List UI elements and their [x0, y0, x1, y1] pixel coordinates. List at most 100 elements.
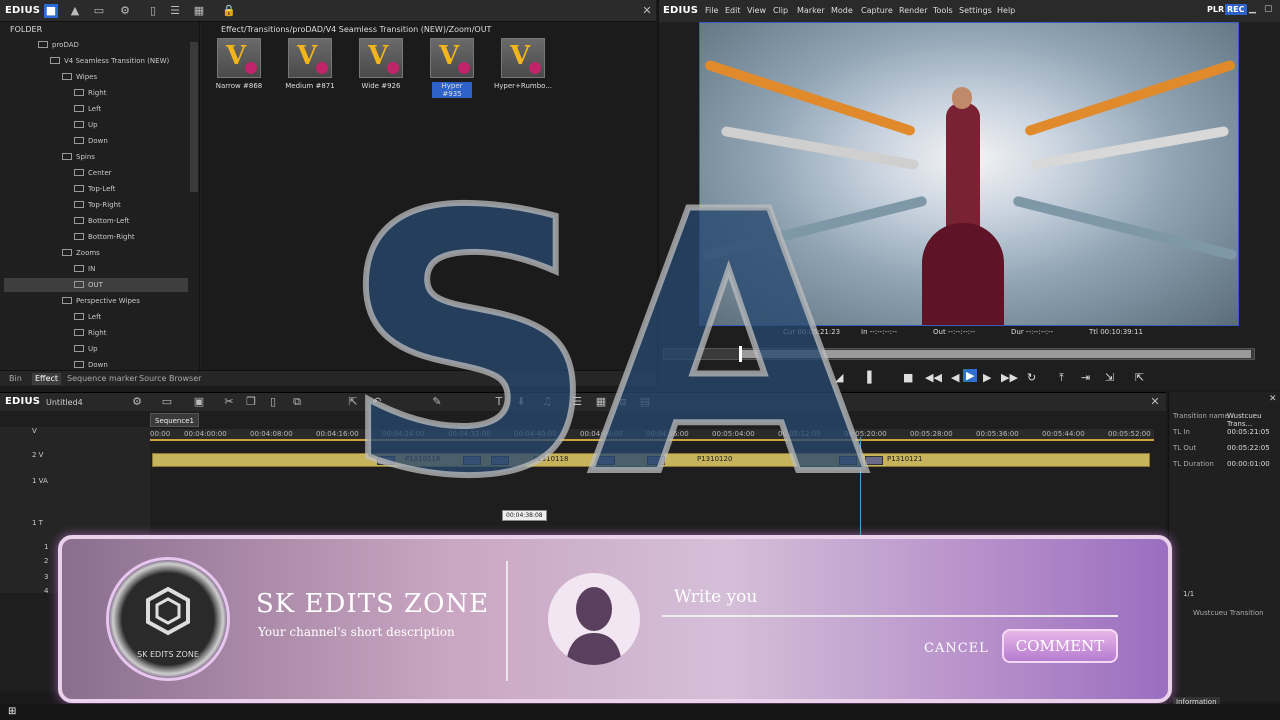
tree-item[interactable]: proDAD: [38, 38, 79, 52]
cancel-button[interactable]: CANCEL: [924, 641, 989, 656]
track-label[interactable]: 2: [44, 557, 48, 565]
overwrite-icon[interactable]: ⇥: [1081, 371, 1090, 384]
transition-marker[interactable]: [647, 456, 665, 465]
info-list-item[interactable]: Wustcueu Transition: [1193, 609, 1264, 617]
close-icon[interactable]: ✕: [1148, 395, 1162, 409]
menu-item[interactable]: View: [747, 6, 766, 15]
effect-thumbnail[interactable]: V: [501, 38, 545, 78]
output-icon[interactable]: ⇱: [1135, 371, 1144, 384]
tree-item[interactable]: Left: [74, 102, 101, 116]
plr-mode[interactable]: PLR: [1207, 5, 1224, 14]
menu-item[interactable]: Tools: [933, 6, 953, 15]
transition-marker[interactable]: [839, 456, 857, 465]
effect-thumbnail[interactable]: V: [217, 38, 261, 78]
loop-icon[interactable]: ↻: [1027, 371, 1036, 384]
bin-tab[interactable]: Bin: [6, 373, 25, 385]
scrub-handle[interactable]: [739, 346, 742, 362]
menu-item[interactable]: Marker: [797, 6, 825, 15]
thumbnail-label[interactable]: Narrow #868: [204, 82, 274, 90]
tree-item[interactable]: Perspective Wipes: [62, 294, 140, 308]
export-icon[interactable]: ⇲: [1105, 371, 1114, 384]
tree-item[interactable]: Up: [74, 118, 98, 132]
ripple-icon[interactable]: ⇱: [346, 395, 360, 409]
open-icon[interactable]: ▭: [160, 395, 174, 409]
rewind-icon[interactable]: ◀◀: [925, 371, 942, 384]
effect-thumbnail[interactable]: V: [359, 38, 403, 78]
tree-item[interactable]: Top-Left: [74, 182, 116, 196]
grid-icon[interactable]: ▦: [594, 395, 608, 409]
tree-item[interactable]: Down: [74, 358, 108, 370]
view-grid-icon[interactable]: ▦: [192, 4, 206, 18]
transition-marker[interactable]: [491, 456, 509, 465]
tree-item[interactable]: Bottom-Left: [74, 214, 129, 228]
undo-icon[interactable]: ↶: [370, 395, 384, 409]
bin-tab[interactable]: Source Browser: [136, 373, 204, 385]
menu-item[interactable]: Clip: [773, 6, 788, 15]
step-forward-icon[interactable]: ▶: [983, 371, 991, 384]
track-label[interactable]: 4: [44, 587, 48, 595]
menu-item[interactable]: Settings: [959, 6, 992, 15]
thumbnail-label[interactable]: Hyper #935: [432, 82, 472, 98]
paste-icon[interactable]: ▯: [266, 395, 280, 409]
tree-item[interactable]: Center: [74, 166, 112, 180]
stop-icon[interactable]: ■: [903, 371, 913, 384]
menu-item[interactable]: Mode: [831, 6, 853, 15]
track-label[interactable]: 1 VA: [32, 477, 48, 485]
rec-mode[interactable]: REC: [1225, 4, 1247, 15]
marker-icon[interactable]: ◢: [835, 371, 843, 384]
windows-start-icon[interactable]: ⊞: [8, 706, 16, 717]
set-in-icon[interactable]: ▐: [863, 371, 871, 384]
tree-item[interactable]: Zooms: [62, 246, 100, 260]
tree-item[interactable]: Down: [74, 134, 108, 148]
folder-view-icon[interactable]: ■: [44, 4, 58, 18]
tree-item[interactable]: Spins: [62, 150, 95, 164]
thumbnail-label[interactable]: Wide #926: [346, 82, 416, 90]
copy-icon[interactable]: ❐: [244, 395, 258, 409]
effect-thumbnail[interactable]: V: [288, 38, 332, 78]
time-ruler[interactable]: 00:00 00:04:00:00 00:04:08:00 00:04:16:00 00…: [150, 429, 1154, 441]
track-label[interactable]: V: [32, 427, 37, 435]
thumbnail-label[interactable]: Medium #871: [275, 82, 345, 90]
track-label[interactable]: 1 T: [32, 519, 43, 527]
comment-button[interactable]: COMMENT: [1002, 629, 1118, 663]
sync-icon[interactable]: ⧈: [616, 395, 630, 409]
close-icon[interactable]: ✕: [1269, 394, 1277, 404]
menu-item[interactable]: Capture: [861, 6, 893, 15]
menu-item[interactable]: Edit: [725, 6, 741, 15]
bin-tab[interactable]: Effect: [32, 373, 62, 385]
menu-item[interactable]: Help: [997, 6, 1015, 15]
tree-item[interactable]: Wipes: [62, 70, 97, 84]
transition-marker[interactable]: [597, 456, 615, 465]
lock-icon[interactable]: 🔒: [222, 4, 236, 18]
menu-item[interactable]: File: [705, 6, 718, 15]
track-label[interactable]: 1: [44, 543, 48, 551]
panel-icon[interactable]: ▤: [638, 395, 652, 409]
audio-icon[interactable]: ♫: [540, 395, 554, 409]
tree-item[interactable]: Bottom-Right: [74, 230, 135, 244]
tree-item[interactable]: Right: [74, 326, 106, 340]
maximize-icon[interactable]: ▢: [1264, 4, 1273, 14]
tree-item[interactable]: Top-Right: [74, 198, 121, 212]
fast-forward-icon[interactable]: ▶▶: [1001, 371, 1018, 384]
up-folder-icon[interactable]: ▲: [68, 4, 82, 18]
replace-icon[interactable]: ⧉: [290, 395, 304, 409]
new-folder-icon[interactable]: ▭: [92, 4, 106, 18]
tree-item[interactable]: V4 Seamless Transition (NEW): [50, 54, 169, 68]
tree-item[interactable]: OUT: [4, 278, 188, 292]
list-icon[interactable]: ☰: [570, 395, 584, 409]
track-label[interactable]: 3: [44, 573, 48, 581]
cut-icon[interactable]: ✂: [222, 395, 236, 409]
play-icon[interactable]: ▶: [963, 369, 978, 382]
effect-thumbnail[interactable]: V: [430, 38, 474, 78]
settings-icon[interactable]: ⚙: [118, 4, 132, 18]
title-icon[interactable]: T: [492, 395, 506, 409]
transition-marker[interactable]: [377, 456, 395, 465]
close-icon[interactable]: ✕: [640, 4, 654, 18]
thumbnail-label[interactable]: Hyper+Rumbo...: [488, 82, 558, 90]
render-icon[interactable]: ⬇: [514, 395, 528, 409]
sequence-tab[interactable]: Sequence1: [150, 413, 199, 427]
playhead[interactable]: [860, 437, 861, 537]
save-icon[interactable]: ▣: [192, 395, 206, 409]
tree-item[interactable]: Left: [74, 310, 101, 324]
tree-item[interactable]: Right: [74, 86, 106, 100]
